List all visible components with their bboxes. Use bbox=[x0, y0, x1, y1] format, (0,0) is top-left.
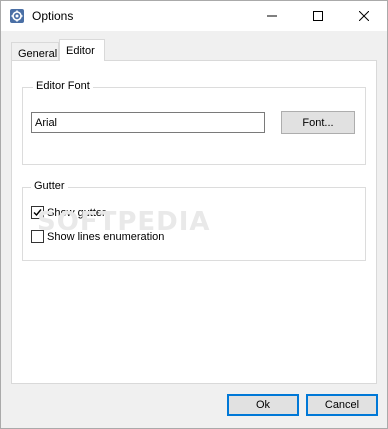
tab-general-label: General bbox=[18, 47, 58, 60]
minimize-button[interactable] bbox=[249, 1, 295, 31]
font-button[interactable]: Font... bbox=[281, 111, 355, 134]
close-button[interactable] bbox=[341, 1, 387, 31]
tab-editor[interactable]: Editor bbox=[59, 39, 105, 61]
close-icon bbox=[359, 11, 369, 21]
minimize-icon bbox=[267, 15, 277, 17]
maximize-button[interactable] bbox=[295, 1, 341, 31]
font-name-input[interactable] bbox=[31, 112, 265, 133]
editor-font-group-label: Editor Font bbox=[33, 80, 93, 92]
cancel-button[interactable]: Cancel bbox=[306, 394, 378, 416]
ok-button-label: Ok bbox=[255, 399, 271, 411]
app-gear-icon bbox=[9, 8, 25, 24]
ok-button[interactable]: Ok bbox=[227, 394, 299, 416]
tab-editor-label: Editor bbox=[66, 44, 95, 57]
font-button-label: Font... bbox=[302, 116, 334, 129]
title-bar: Options bbox=[1, 1, 387, 31]
watermark-text: SOFTPEDIA bbox=[37, 207, 211, 237]
window-title: Options bbox=[32, 9, 74, 23]
maximize-icon bbox=[313, 11, 323, 21]
cancel-button-label: Cancel bbox=[324, 399, 360, 411]
editor-font-group: Editor Font Font... bbox=[22, 80, 366, 165]
gutter-group-label: Gutter bbox=[31, 180, 68, 192]
options-dialog: Options General Editor Editor Font Arial… bbox=[0, 0, 388, 429]
